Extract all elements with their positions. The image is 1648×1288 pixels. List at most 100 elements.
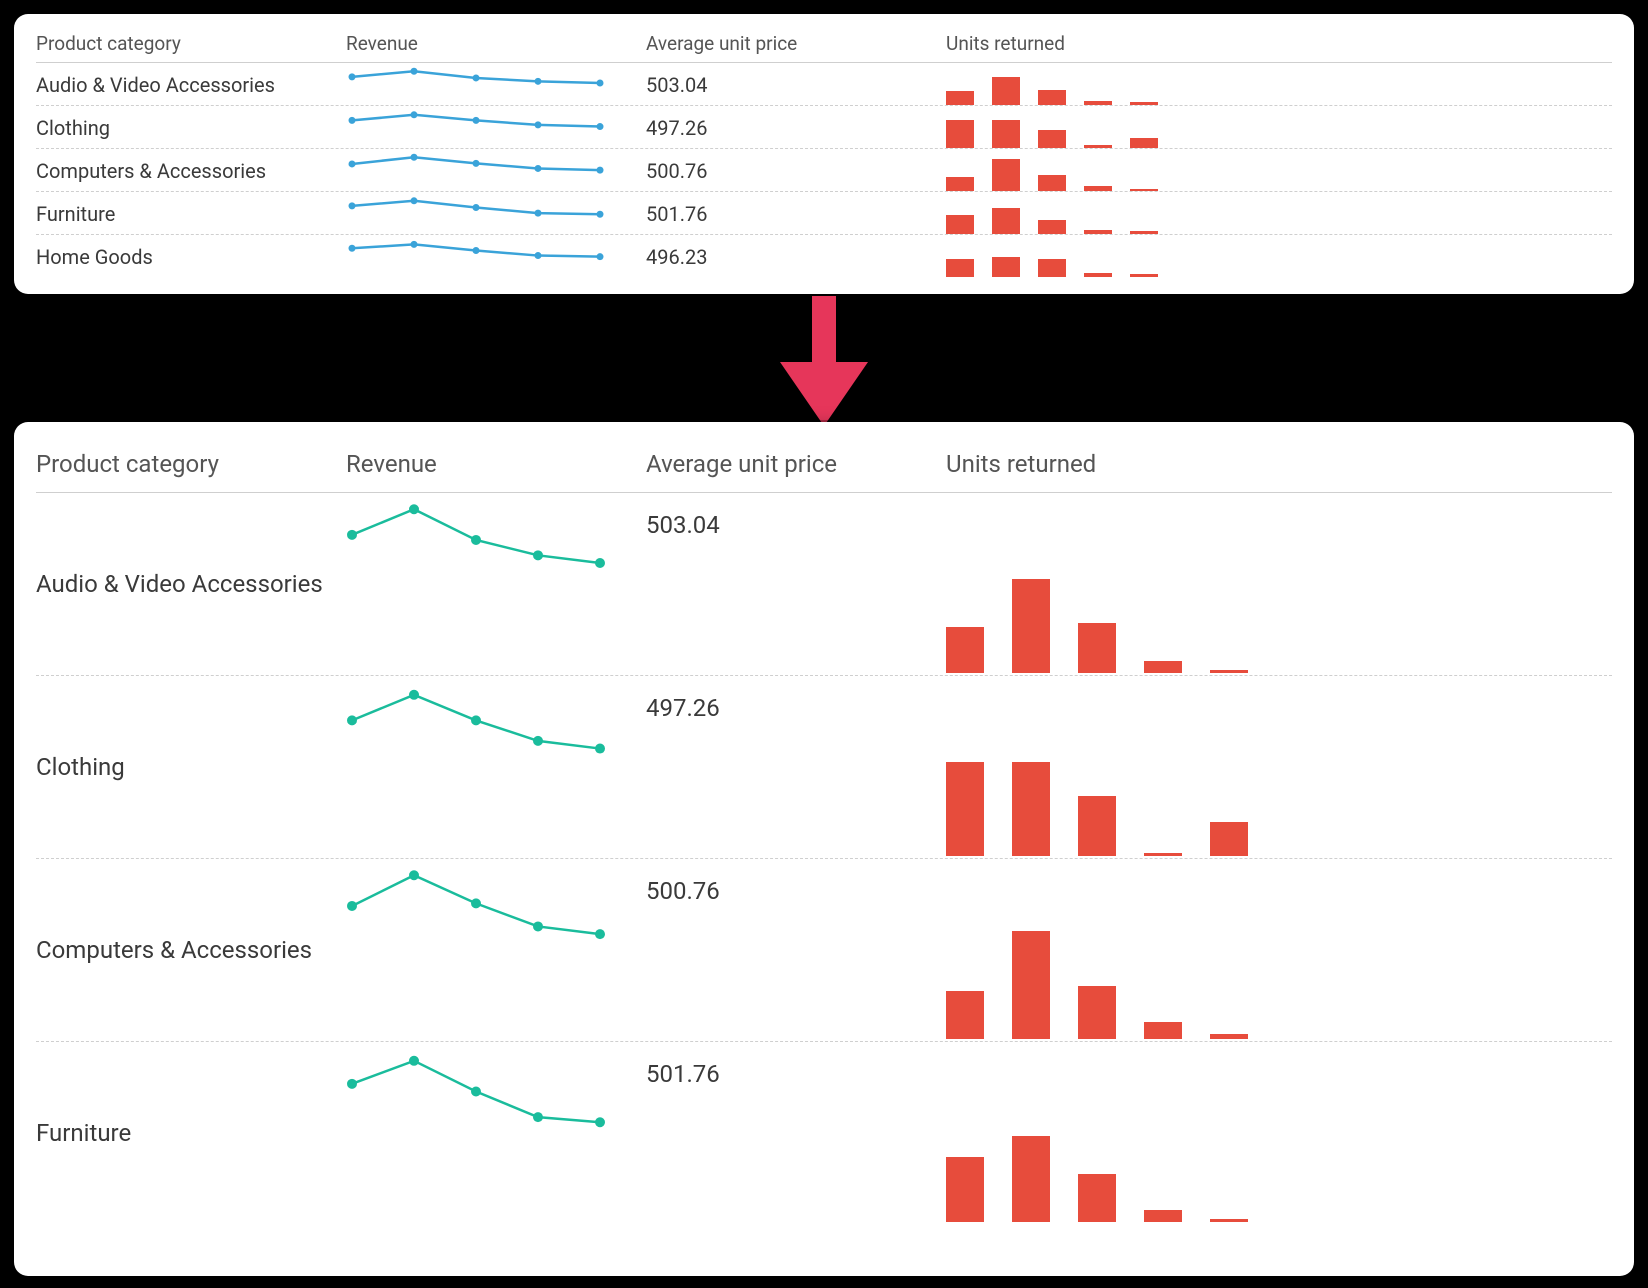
bar — [1144, 853, 1182, 856]
bar — [1144, 661, 1182, 673]
bar — [1144, 1210, 1182, 1222]
table-row: Clothing 497.26 — [36, 676, 1612, 859]
units-returned-bars — [946, 1042, 1612, 1224]
col-price: Average unit price — [646, 450, 946, 478]
bar — [992, 208, 1020, 234]
bar — [1130, 231, 1158, 234]
table-row: Computers & Accessories 500.76 — [36, 859, 1612, 1042]
avg-price: 497.26 — [646, 676, 946, 722]
revenue-sparkline — [346, 493, 606, 675]
bar — [1144, 1022, 1182, 1039]
table-header: Product category Revenue Average unit pr… — [36, 436, 1612, 493]
units-returned-bars — [946, 235, 1612, 279]
bar — [1084, 101, 1112, 105]
bar — [1084, 145, 1112, 148]
col-returns: Units returned — [946, 32, 1612, 55]
units-returned-bars — [946, 106, 1612, 150]
category-label: Furniture — [36, 202, 346, 226]
bar — [1012, 762, 1050, 856]
avg-price: 501.76 — [646, 202, 946, 226]
bar — [992, 77, 1020, 105]
arrow-down-icon — [776, 296, 872, 428]
table-row: Clothing 497.26 — [36, 106, 1612, 149]
table-row: Furniture 501.76 — [36, 192, 1612, 235]
bar — [1130, 102, 1158, 105]
bar — [946, 120, 974, 148]
bar — [1038, 259, 1066, 277]
avg-price: 503.04 — [646, 73, 946, 97]
bar — [1038, 175, 1066, 191]
revenue-sparkline — [346, 1042, 606, 1224]
bar — [946, 991, 984, 1039]
revenue-sparkline — [346, 106, 606, 150]
revenue-sparkline — [346, 235, 606, 279]
units-returned-bars — [946, 676, 1612, 858]
revenue-sparkline — [346, 676, 606, 858]
revenue-sparkline — [346, 859, 606, 1041]
revenue-sparkline — [346, 149, 606, 193]
bar — [1038, 220, 1066, 234]
bar — [1084, 186, 1112, 191]
category-label: Audio & Video Accessories — [36, 570, 346, 598]
bar — [946, 91, 974, 105]
bar — [1078, 796, 1116, 856]
bar — [1078, 623, 1116, 673]
bar — [992, 257, 1020, 277]
avg-price: 496.23 — [646, 245, 946, 269]
table-row: Furniture 501.76 — [36, 1042, 1612, 1224]
category-label: Furniture — [36, 1119, 346, 1147]
bar — [1078, 1174, 1116, 1222]
col-returns: Units returned — [946, 450, 1612, 478]
units-returned-bars — [946, 149, 1612, 193]
bar — [946, 627, 984, 673]
avg-price: 500.76 — [646, 859, 946, 905]
bar — [1078, 986, 1116, 1039]
bar — [1210, 822, 1248, 856]
bar — [946, 1157, 984, 1222]
bar — [1130, 274, 1158, 277]
avg-price: 503.04 — [646, 493, 946, 539]
category-label: Home Goods — [36, 245, 346, 269]
bar — [946, 215, 974, 234]
bar — [1012, 579, 1050, 673]
table-compact: Product category Revenue Average unit pr… — [14, 14, 1634, 294]
bar — [1012, 931, 1050, 1039]
category-label: Audio & Video Accessories — [36, 73, 346, 97]
table-expanded: Product category Revenue Average unit pr… — [14, 422, 1634, 1276]
category-label: Clothing — [36, 116, 346, 140]
bar — [1012, 1136, 1050, 1222]
table-row: Audio & Video Accessories 503.04 — [36, 63, 1612, 106]
units-returned-bars — [946, 63, 1612, 107]
col-revenue: Revenue — [346, 450, 646, 478]
category-label: Clothing — [36, 753, 346, 781]
bar — [946, 259, 974, 277]
avg-price: 500.76 — [646, 159, 946, 183]
col-revenue: Revenue — [346, 32, 646, 55]
revenue-sparkline — [346, 192, 606, 236]
bar — [1084, 230, 1112, 234]
units-returned-bars — [946, 859, 1612, 1041]
avg-price: 501.76 — [646, 1042, 946, 1088]
bar — [1084, 273, 1112, 277]
bar — [1130, 189, 1158, 191]
bar — [1038, 130, 1066, 148]
table-row: Audio & Video Accessories 503.04 — [36, 493, 1612, 676]
units-returned-bars — [946, 192, 1612, 236]
table-row: Computers & Accessories 500.76 — [36, 149, 1612, 192]
bar — [946, 177, 974, 191]
col-price: Average unit price — [646, 32, 946, 55]
bar — [946, 762, 984, 856]
bar — [1038, 90, 1066, 105]
revenue-sparkline — [346, 63, 606, 107]
bar — [992, 120, 1020, 148]
category-label: Computers & Accessories — [36, 159, 346, 183]
bar — [1210, 1219, 1248, 1222]
category-label: Computers & Accessories — [36, 936, 346, 964]
avg-price: 497.26 — [646, 116, 946, 140]
bar — [992, 159, 1020, 191]
table-row: Home Goods 496.23 — [36, 235, 1612, 277]
bar — [1130, 138, 1158, 148]
units-returned-bars — [946, 493, 1612, 675]
bar — [1210, 670, 1248, 673]
table-header: Product category Revenue Average unit pr… — [36, 24, 1612, 63]
